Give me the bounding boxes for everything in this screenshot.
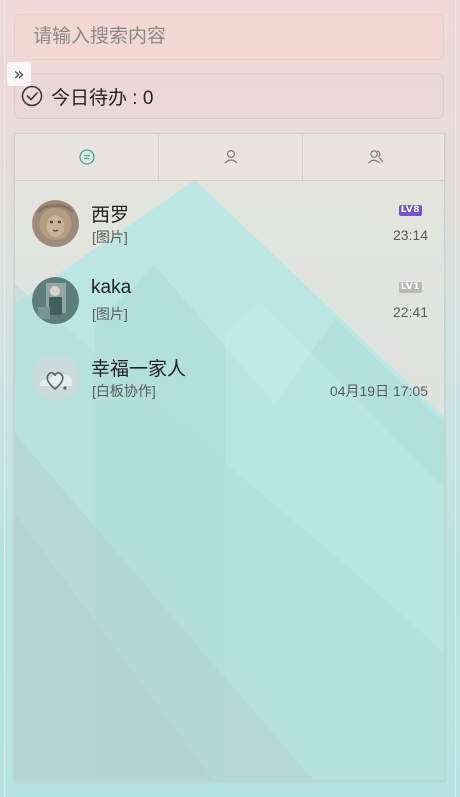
message-time: 04月19日 17:05: [329, 383, 428, 399]
conversation-item[interactable]: 西罗 [图片] LV8 23:14: [15, 180, 444, 257]
double-chevron-right-icon: »: [13, 63, 25, 85]
conversation-item[interactable]: 幸福一家人 [白板协作] 04月19日 17:05: [15, 334, 444, 411]
message-preview: [图片]: [92, 306, 128, 322]
todo-label: 今日待办 : 0: [51, 87, 154, 109]
photo-avatar-icon: [32, 277, 79, 324]
search-box[interactable]: [14, 14, 444, 60]
avatar[interactable]: [32, 354, 79, 401]
message-time: 22:41: [392, 304, 428, 320]
lion-avatar-icon: [32, 200, 79, 247]
person-icon: [224, 149, 237, 164]
contact-name: 西罗: [91, 205, 130, 226]
search-input[interactable]: [15, 15, 443, 59]
conversation-list: 西罗 [图片] LV8 23:14 kaka [图片] LV1 22:41 幸福…: [15, 180, 444, 411]
check-circle-icon: [21, 85, 43, 107]
message-preview: [白板协作]: [92, 383, 156, 399]
conversation-item[interactable]: kaka [图片] LV1 22:41: [15, 257, 444, 334]
avatar[interactable]: [32, 277, 79, 324]
chat-bubble-icon: [78, 149, 95, 165]
conversation-panel: 西罗 [图片] LV8 23:14 kaka [图片] LV1 22:41 幸福…: [14, 133, 445, 781]
group-avatar-icon: [32, 354, 79, 401]
avatar[interactable]: [32, 200, 79, 247]
message-preview: [图片]: [92, 229, 128, 245]
contact-name: kaka: [91, 277, 132, 298]
message-time: 23:14: [392, 227, 428, 243]
level-badge: LV8: [398, 205, 422, 216]
expand-sidebar-button[interactable]: »: [7, 62, 31, 86]
tab-recent-chats[interactable]: [15, 134, 159, 180]
group-icon: [367, 150, 383, 164]
level-badge: LV1: [398, 282, 422, 293]
tab-bar: [15, 134, 444, 181]
tab-groups[interactable]: [303, 134, 444, 180]
todo-bar[interactable]: 今日待办 : 0: [14, 73, 444, 119]
tab-contacts[interactable]: [159, 134, 303, 180]
contact-name: 幸福一家人: [91, 359, 187, 380]
